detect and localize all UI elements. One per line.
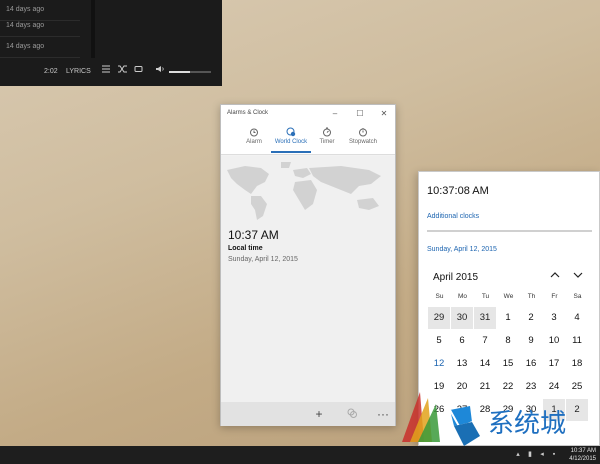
repeat-icon[interactable] [134,64,143,80]
volume-slider[interactable] [169,71,211,73]
tab-label: Alarm [246,139,262,145]
calendar-day[interactable]: 17 [543,353,565,375]
calendar-day[interactable]: 18 [566,353,588,375]
calendar-day[interactable]: 7 [474,330,496,352]
calendar-day[interactable]: 29 [428,307,450,329]
now-playing-list-icon[interactable] [102,64,110,80]
maximize-icon[interactable]: ☐ [354,108,366,120]
calendar-day[interactable]: 12 [428,353,450,375]
minimize-icon[interactable]: – [329,108,341,120]
weekday-label: Tu [481,293,490,300]
compare-icon[interactable] [342,404,362,424]
elapsed-time: 2:02 [44,68,58,75]
additional-clocks-link[interactable]: Additional clocks [427,213,479,220]
add-icon[interactable]: + [309,404,329,424]
tab-bar: Alarm World Clock Timer Stopwatch [221,123,395,155]
lyrics-button[interactable]: LYRICS [66,64,91,80]
world-clock-icon [286,127,296,137]
calendar-day[interactable]: 16 [520,353,542,375]
speaker-icon[interactable]: ◂ [538,451,546,459]
timer-icon [323,127,331,137]
shuffle-icon[interactable] [118,64,127,80]
calendar-day[interactable]: 11 [566,330,588,352]
calendar-day[interactable]: 2 [520,307,542,329]
tab-label: World Clock [274,139,308,145]
weekday-label: Sa [573,293,582,300]
weekday-label: Th [527,293,536,300]
chevron-down-icon[interactable] [570,269,586,285]
watermark-text: 系统城 [488,409,566,439]
tab-world-clock[interactable]: World Clock [271,125,311,153]
music-player-panel: 14 days ago 14 days ago 14 days ago 2:02… [0,0,222,86]
list-item[interactable]: 14 days ago [0,37,80,58]
chevron-up-icon[interactable] [547,269,563,285]
taskbar-time: 10:37 AM [570,448,596,454]
weekday-label: Su [435,293,444,300]
calendar-day[interactable]: 13 [451,353,473,375]
weekday-label: Mo [457,293,468,300]
network-icon[interactable]: ▴ [514,451,522,459]
calendar-day[interactable]: 6 [451,330,473,352]
scrollbar[interactable] [91,0,95,58]
stopwatch-icon [359,128,367,137]
title-bar[interactable]: Alarms & Clock – ☐ ✕ [221,105,395,123]
calendar-day[interactable]: 10 [543,330,565,352]
calendar-day[interactable]: 31 [474,307,496,329]
calendar-day[interactable]: 15 [497,353,519,375]
clock-time: 10:37 AM [228,228,279,242]
more-icon[interactable]: ··· [373,404,393,424]
weekday-label: We [503,293,514,300]
world-clock-content: 10:37 AM Local time Sunday, April 12, 20… [221,156,395,402]
calendar-day[interactable]: 30 [451,307,473,329]
taskbar-clock[interactable]: 10:37 AM 4/12/2015 [569,447,596,463]
tab-timer[interactable]: Timer [315,125,339,153]
taskbar-date: 4/12/2015 [569,456,596,462]
divider [427,230,592,232]
calendar-day[interactable]: 3 [543,307,565,329]
tab-label: Stopwatch [348,139,378,145]
location-label: Local time [228,245,263,252]
weekday-label: Fr [551,293,558,300]
list-item[interactable]: 14 days ago [0,16,80,37]
tab-alarm[interactable]: Alarm [241,125,267,153]
item-date: 14 days ago [6,22,45,29]
volume-level [169,71,190,73]
volume-icon[interactable] [156,64,165,80]
alarms-clock-window: Alarms & Clock – ☐ ✕ Alarm World Clock T… [220,104,396,426]
taskbar: ▴ ▮ ◂ ▪ 10:37 AM 4/12/2015 [0,446,600,464]
tab-stopwatch[interactable]: Stopwatch [345,125,381,153]
item-date: 14 days ago [6,43,45,50]
calendar-day[interactable]: 5 [428,330,450,352]
close-icon[interactable]: ✕ [378,108,390,120]
calendar-day[interactable]: 14 [474,353,496,375]
calendar-day[interactable]: 4 [566,307,588,329]
command-bar: + ··· [221,402,395,426]
watermark-logo: 系统城 [402,392,566,446]
calendar-day[interactable]: 8 [497,330,519,352]
date-link[interactable]: Sunday, April 12, 2015 [427,246,497,253]
alarm-icon [250,128,258,137]
month-label[interactable]: April 2015 [433,272,478,283]
battery-icon[interactable]: ▮ [526,451,534,459]
clock-date: Sunday, April 12, 2015 [228,256,298,263]
chat-icon[interactable]: ▪ [550,451,558,459]
item-date: 14 days ago [6,6,45,13]
window-title: Alarms & Clock [227,110,269,116]
world-map [227,162,381,220]
tab-label: Timer [319,139,335,145]
calendar-day[interactable]: 9 [520,330,542,352]
calendar-day[interactable]: 1 [497,307,519,329]
flyout-time: 10:37:08 AM [427,185,489,197]
